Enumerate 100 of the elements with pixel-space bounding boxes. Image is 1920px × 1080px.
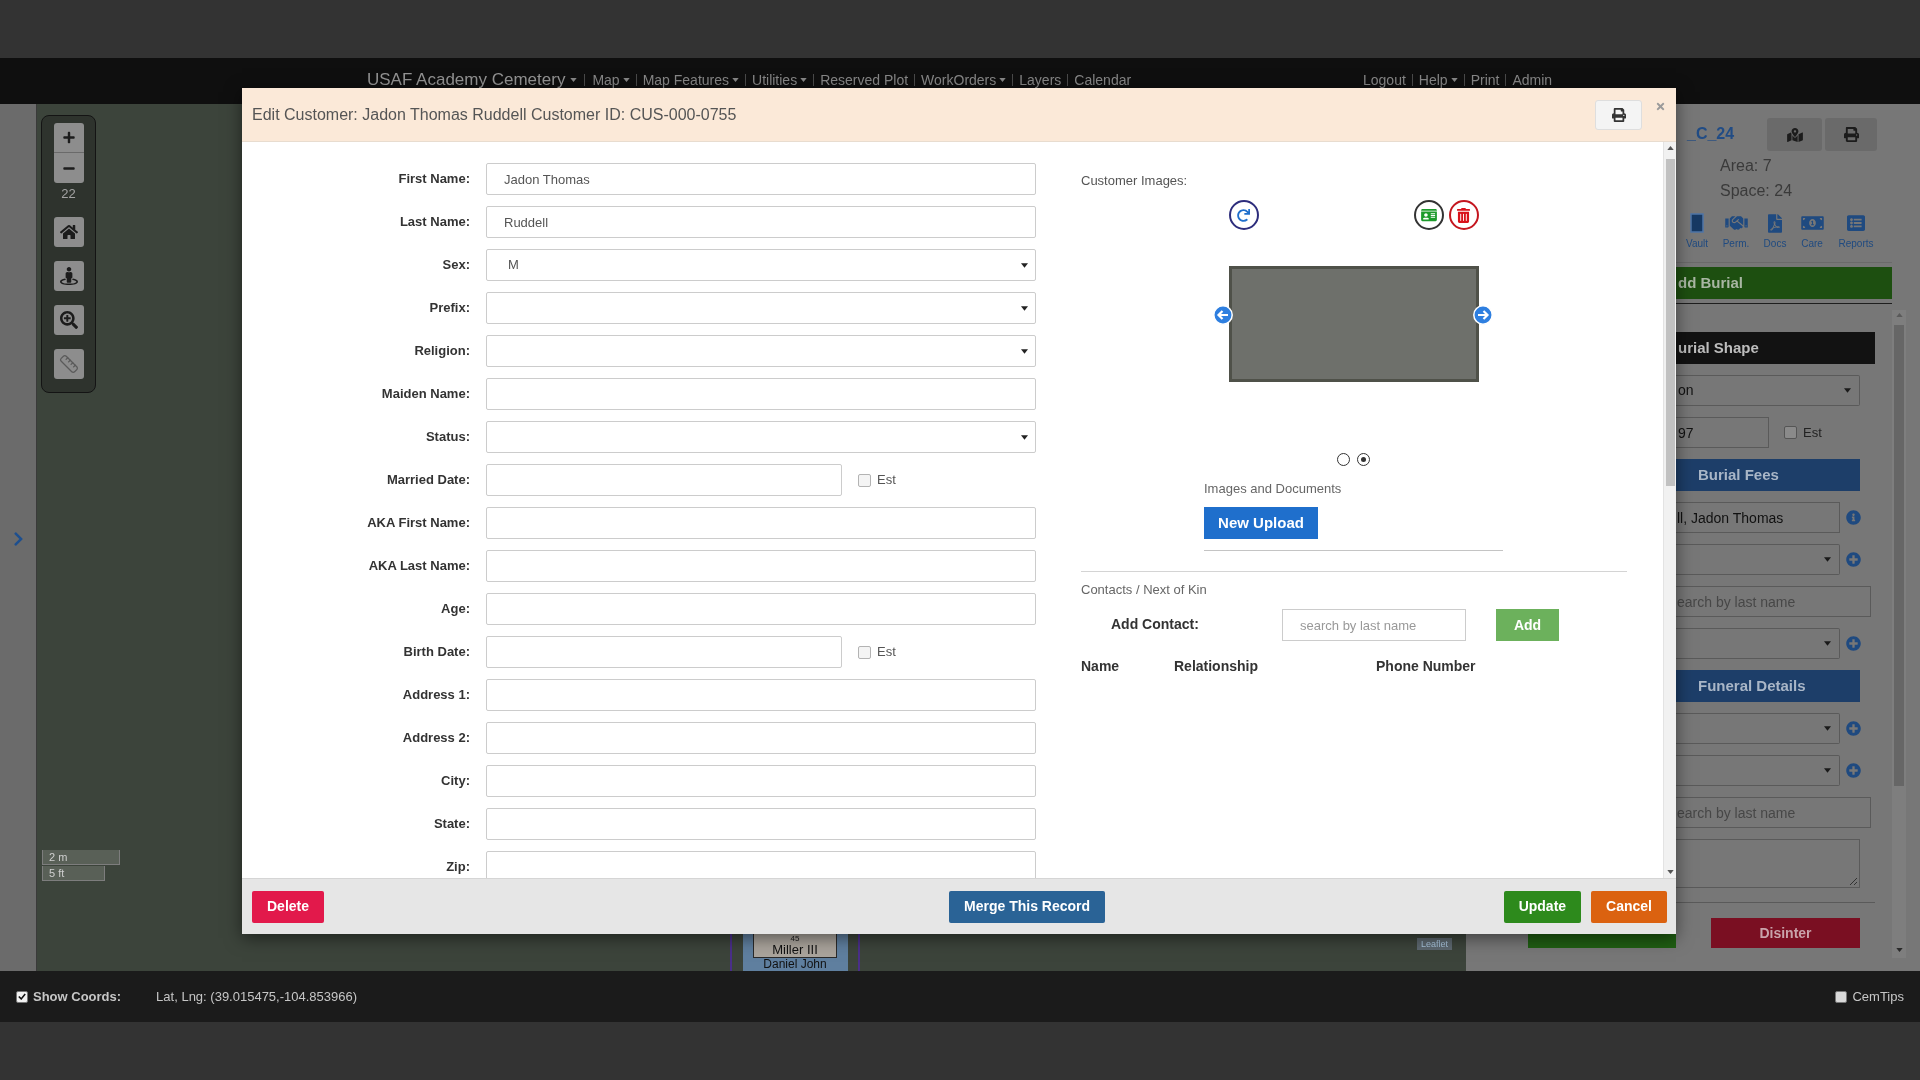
caret-icon bbox=[1021, 434, 1028, 440]
text-field[interactable] bbox=[486, 722, 1036, 754]
app-title-menu[interactable]: USAF Academy Cemetery bbox=[367, 70, 578, 90]
nav-menu-item[interactable]: Utilities bbox=[752, 72, 808, 88]
dialog-button[interactable]: Update bbox=[1503, 890, 1582, 923]
zoom-out-button[interactable] bbox=[53, 153, 84, 183]
nav-menu-item[interactable]: Calendar bbox=[1074, 72, 1132, 88]
add-icon[interactable] bbox=[1846, 636, 1861, 651]
date-field[interactable] bbox=[486, 636, 842, 668]
date-field[interactable]: 97 bbox=[1676, 417, 1769, 448]
disinter-button[interactable]: Disinter bbox=[1711, 918, 1860, 948]
info-icon[interactable] bbox=[1846, 510, 1861, 525]
column-header: Name bbox=[1081, 658, 1120, 674]
arrow-left-icon[interactable] bbox=[1212, 305, 1233, 325]
scrollbar-thumb[interactable] bbox=[1665, 159, 1675, 486]
section-header: urial Shape bbox=[1676, 332, 1875, 364]
upload-button[interactable]: New Upload bbox=[1204, 507, 1318, 539]
text-field[interactable] bbox=[486, 679, 1036, 711]
map-icon bbox=[1786, 127, 1803, 142]
list-icon bbox=[1847, 214, 1865, 232]
id-card-icon[interactable] bbox=[1413, 200, 1444, 230]
burial-button[interactable]: dd Burial bbox=[1676, 267, 1892, 299]
zoom-in-icon bbox=[59, 311, 78, 329]
zoom-button[interactable] bbox=[53, 305, 84, 335]
zoom-in-button[interactable] bbox=[53, 123, 84, 153]
nav-menu-item[interactable]: WorkOrders bbox=[921, 72, 1007, 88]
caret-icon bbox=[1666, 146, 1674, 150]
chevron-right-icon[interactable] bbox=[12, 531, 24, 547]
caret-icon bbox=[1824, 641, 1831, 646]
button-edge[interactable] bbox=[1528, 934, 1676, 948]
coordinates-text: Lat, Lng: (39.015475,-104.853966) bbox=[156, 987, 358, 1006]
field-label: Address 1: bbox=[402, 686, 470, 705]
checkbox[interactable] bbox=[858, 473, 871, 487]
banknote-icon bbox=[1800, 214, 1824, 232]
caret-icon bbox=[1824, 557, 1831, 562]
close-icon bbox=[1655, 100, 1665, 112]
attribution-link[interactable]: Leaflet bbox=[1417, 938, 1453, 950]
home-button[interactable] bbox=[53, 217, 84, 247]
nav-menu-item[interactable]: Layers bbox=[1019, 72, 1062, 88]
street-view-button[interactable] bbox=[53, 261, 84, 291]
text-field[interactable] bbox=[486, 851, 1036, 878]
home-icon bbox=[59, 224, 78, 240]
scrollbar-thumb[interactable] bbox=[1894, 325, 1904, 786]
select-field[interactable] bbox=[1676, 628, 1840, 659]
images-label: Customer Images: bbox=[1081, 173, 1188, 189]
checkbox[interactable] bbox=[858, 645, 871, 659]
dialog-button[interactable]: Cancel bbox=[1591, 890, 1667, 923]
resize-grip-icon[interactable] bbox=[1849, 877, 1857, 885]
select-field[interactable]: on bbox=[1676, 375, 1860, 406]
checkbox[interactable] bbox=[1784, 426, 1797, 439]
text-field[interactable] bbox=[486, 378, 1036, 410]
print-button[interactable] bbox=[1595, 99, 1642, 130]
nav-menu-item[interactable]: Map bbox=[592, 72, 630, 88]
text-field[interactable] bbox=[486, 808, 1036, 840]
field-label: City: bbox=[441, 772, 470, 791]
checkbox[interactable] bbox=[16, 990, 28, 1003]
dialog-button[interactable]: Merge This Record bbox=[949, 890, 1106, 923]
checkbox[interactable] bbox=[1835, 990, 1848, 1003]
text-field[interactable] bbox=[486, 550, 1036, 582]
text-field[interactable] bbox=[486, 765, 1036, 797]
caret-icon bbox=[1666, 870, 1674, 874]
select-field[interactable] bbox=[1676, 544, 1840, 575]
close-button[interactable] bbox=[1655, 100, 1665, 112]
text-field[interactable] bbox=[486, 593, 1036, 625]
nav-menu-item[interactable]: Admin bbox=[1512, 72, 1553, 88]
show-coords-label: Show Coords: bbox=[33, 987, 122, 1006]
dialog-button[interactable]: Delete bbox=[252, 890, 325, 923]
caret-icon bbox=[1021, 305, 1028, 311]
field-label: Married Date: bbox=[386, 471, 470, 490]
ruler-icon bbox=[58, 354, 79, 374]
add-icon[interactable] bbox=[1846, 552, 1861, 567]
nav-menu-item[interactable]: Print bbox=[1470, 72, 1500, 88]
select-field[interactable]: M bbox=[486, 249, 1036, 281]
text-field[interactable] bbox=[486, 507, 1036, 539]
plot-tile[interactable]: 45 Miller III Daniel John bbox=[730, 934, 860, 971]
add-contact-button[interactable]: Add bbox=[1496, 609, 1559, 641]
tick-icon bbox=[18, 993, 26, 1000]
select-field[interactable] bbox=[1676, 713, 1840, 744]
refresh-icon[interactable] bbox=[1228, 200, 1259, 230]
map-button[interactable] bbox=[1767, 118, 1822, 151]
caret-icon bbox=[1021, 348, 1028, 354]
nav-menu-item[interactable]: Reserved Plot bbox=[820, 72, 909, 88]
name-field[interactable]: ll, Jadon Thomas bbox=[1676, 502, 1840, 533]
nav-menu-item[interactable]: Help bbox=[1418, 72, 1458, 88]
column-header: Phone Number bbox=[1376, 658, 1476, 674]
add-icon[interactable] bbox=[1846, 763, 1861, 778]
text-field[interactable]: Ruddell bbox=[486, 206, 1036, 238]
field-label: AKA First Name: bbox=[367, 514, 470, 533]
text-field[interactable]: Jadon Thomas bbox=[486, 163, 1036, 195]
plot-number: 45 bbox=[790, 934, 800, 943]
trash-icon[interactable] bbox=[1448, 200, 1479, 230]
field-label: AKA Last Name: bbox=[368, 557, 470, 576]
nav-menu-item[interactable]: Map Features bbox=[642, 72, 739, 88]
add-icon[interactable] bbox=[1846, 721, 1861, 736]
select-field[interactable] bbox=[1676, 755, 1840, 786]
field-label: Birth Date: bbox=[403, 643, 470, 662]
date-field[interactable] bbox=[486, 464, 842, 496]
measure-button[interactable] bbox=[53, 349, 84, 379]
contact-search-field[interactable]: search by last name bbox=[1282, 609, 1466, 641]
nav-menu-item[interactable]: Logout bbox=[1363, 72, 1406, 88]
